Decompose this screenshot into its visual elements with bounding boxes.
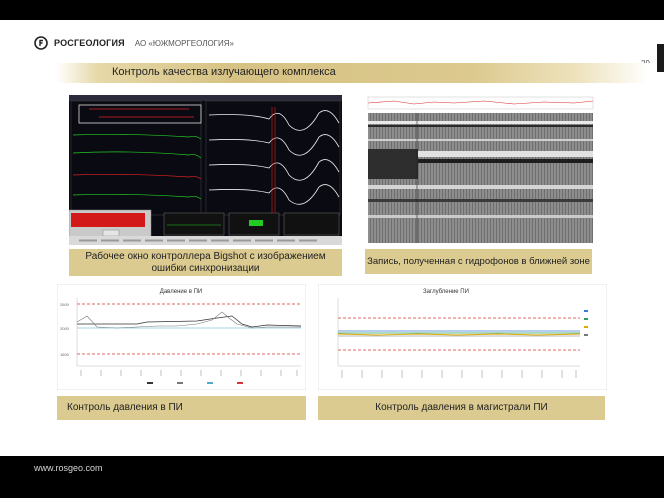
pressure-chart: Давление в ПИ 2600 2000 1600 bbox=[56, 283, 307, 391]
company-logo: РОСГЕОЛОГИЯ АО «ЮЖМОРГЕОЛОГИЯ» bbox=[34, 36, 234, 50]
rosgeo-logo-icon bbox=[34, 36, 48, 50]
depth-chart: Заглубление ПИ bbox=[317, 283, 608, 391]
pressure-caption: Контроль давления в ПИ bbox=[57, 396, 306, 420]
footer-url[interactable]: www.rosgeo.com bbox=[34, 463, 103, 473]
controller-caption: Рабочее окно контроллера Bigshot с изобр… bbox=[69, 249, 342, 276]
hydrophone-caption: Запись, полученная с гидрофонов в ближне… bbox=[365, 249, 592, 274]
svg-text:2600: 2600 bbox=[60, 302, 70, 307]
svg-text:1600: 1600 bbox=[60, 352, 70, 357]
hydrophone-record bbox=[354, 95, 597, 245]
svg-text:2000: 2000 bbox=[60, 326, 70, 331]
pressure-chart-graphic: Давление в ПИ 2600 2000 1600 bbox=[56, 283, 307, 391]
logo-subtitle: АО «ЮЖМОРГЕОЛОГИЯ» bbox=[134, 38, 234, 48]
slide-title: Контроль качества излучающего комплекса bbox=[112, 66, 336, 78]
controller-window-graphic bbox=[68, 95, 342, 245]
depth-chart-title: Заглубление ПИ bbox=[423, 289, 469, 295]
controller-screenshot bbox=[68, 95, 342, 245]
depth-caption: Контроль давления в магистрали ПИ bbox=[318, 396, 605, 420]
depth-chart-graphic: Заглубление ПИ bbox=[317, 283, 608, 391]
top-bar bbox=[0, 0, 664, 20]
side-tab bbox=[657, 44, 664, 72]
pressure-chart-title: Давление в ПИ bbox=[160, 289, 202, 295]
logo-text: РОСГЕОЛОГИЯ bbox=[54, 38, 125, 48]
hydrophone-record-graphic bbox=[354, 95, 597, 245]
